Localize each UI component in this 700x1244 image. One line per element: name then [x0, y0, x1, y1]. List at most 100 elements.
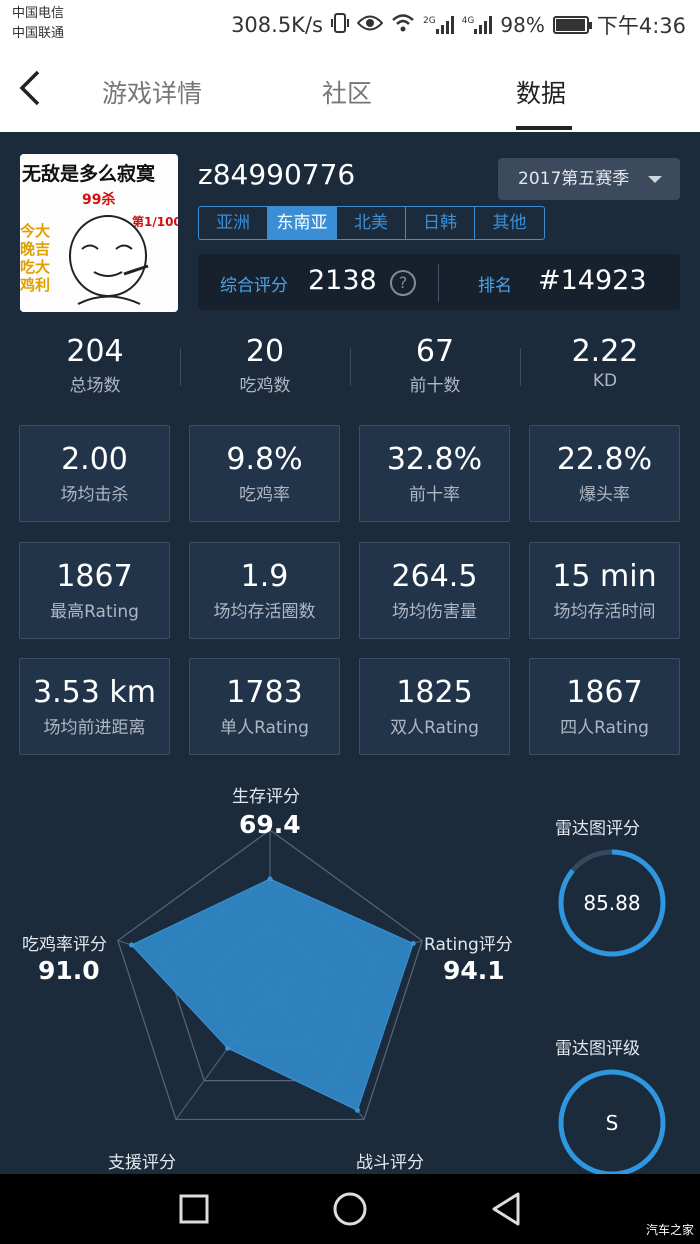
- radar-point: [129, 942, 135, 948]
- card-label: 最高Rating: [50, 602, 139, 622]
- status-bar: 中国电信 中国联通 308.5K/s 2G 4G 98% 下午4:36: [0, 0, 700, 48]
- stat-card: 1867 最高Rating: [19, 542, 170, 639]
- status-icons: 308.5K/s 2G 4G 98% 下午4:36: [231, 10, 686, 40]
- stat-kd: 2.22 KD: [520, 334, 690, 391]
- stat-label: 前十数: [409, 376, 461, 396]
- clock: 下午4:36: [596, 14, 686, 38]
- stat-card: 32.8% 前十率: [359, 425, 510, 522]
- stat-value: 20: [245, 334, 285, 369]
- radar-point: [225, 1045, 231, 1051]
- card-label: 场均存活时间: [553, 602, 656, 622]
- rank-label: 排名: [478, 276, 512, 296]
- score-bar: 综合评分 2138 ? 排名 #14923: [198, 254, 680, 310]
- region-selector: 亚洲 东南亚 北美 日韩 其他: [198, 206, 545, 240]
- eye-icon: [356, 13, 384, 37]
- overall-score-value: 2138: [308, 265, 377, 296]
- avatar-side-1: 今大: [20, 222, 50, 240]
- avatar-side-3: 吃大: [20, 258, 50, 276]
- back-triangle-icon[interactable]: [490, 1191, 522, 1227]
- radar-grade-value: S: [605, 1111, 619, 1135]
- battery-icon: [552, 16, 592, 34]
- battery-percent: 98%: [500, 13, 545, 37]
- radar-label-chicken-rate: 吃鸡率评分: [22, 935, 107, 955]
- card-label: 吃鸡率: [239, 485, 290, 505]
- system-nav-bar: 汽车之家: [0, 1174, 700, 1244]
- avatar[interactable]: 无敌是多么寂寞 99杀 第1/100 今大 晚吉 吃大 鸡利: [20, 154, 178, 312]
- avatar-caption: 无敌是多么寂寞: [22, 162, 156, 185]
- radar-score-value: 85.88: [583, 891, 641, 915]
- region-tab-other[interactable]: 其他: [475, 207, 544, 239]
- back-arrow-icon: [19, 70, 40, 106]
- card-value: 1867: [566, 675, 643, 710]
- card-label: 场均前进距离: [43, 718, 146, 738]
- season-dropdown[interactable]: 2017第五赛季: [498, 158, 680, 200]
- region-tab-krjp[interactable]: 日韩: [406, 207, 475, 239]
- stat-chicken-count: 20 吃鸡数: [180, 334, 350, 396]
- radar-value-survival: 69.4: [239, 810, 301, 839]
- rank-value: #14923: [538, 265, 647, 296]
- stat-card: 2.00 场均击杀: [19, 425, 170, 522]
- active-tab-indicator: [516, 126, 572, 130]
- region-tab-asia[interactable]: 亚洲: [199, 207, 268, 239]
- card-value: 32.8%: [386, 442, 483, 477]
- stat-label: 吃鸡数: [239, 376, 291, 396]
- back-button[interactable]: [14, 66, 54, 110]
- stat-card: 9.8% 吃鸡率: [189, 425, 340, 522]
- wifi-icon: [391, 13, 415, 38]
- top-nav: 游戏详情 社区 数据: [0, 48, 700, 132]
- radar-label-support: 支援评分: [108, 1153, 176, 1173]
- carrier-2: 中国联通: [12, 26, 65, 41]
- card-label: 四人Rating: [560, 718, 649, 738]
- radar-point: [410, 940, 416, 946]
- home-icon[interactable]: [332, 1191, 368, 1227]
- stat-label: KD: [592, 371, 618, 391]
- stat-card: 1.9 场均存活圈数: [189, 542, 340, 639]
- radar-label-survival: 生存评分: [232, 787, 300, 807]
- card-value: 1783: [226, 675, 303, 710]
- radar-label-combat: 战斗评分: [356, 1153, 424, 1173]
- card-value: 1867: [56, 559, 133, 594]
- chevron-down-icon: [648, 176, 662, 183]
- vibrate-icon: [330, 12, 349, 39]
- region-tab-sea[interactable]: 东南亚: [268, 207, 337, 239]
- stat-value: 67: [415, 334, 455, 369]
- avatar-kills: 99杀: [82, 191, 115, 208]
- card-label: 单人Rating: [220, 718, 309, 738]
- stat-card: 1783 单人Rating: [189, 658, 340, 755]
- card-value: 264.5: [391, 559, 478, 594]
- stat-card: 15 min 场均存活时间: [529, 542, 680, 639]
- avatar-rank: 第1/100: [132, 214, 178, 229]
- card-label: 双人Rating: [390, 718, 479, 738]
- radar-point: [267, 876, 273, 882]
- divider: [438, 264, 439, 302]
- card-value: 9.8%: [226, 442, 303, 477]
- season-label: 2017第五赛季: [518, 169, 630, 189]
- stat-label: 总场数: [69, 376, 121, 396]
- card-value: 3.53 km: [33, 675, 156, 710]
- carrier-1: 中国电信: [12, 6, 65, 21]
- watermark: 汽车之家: [645, 1223, 694, 1237]
- tab-data[interactable]: 数据: [516, 74, 566, 110]
- card-value: 15 min: [552, 559, 657, 594]
- card-value: 1825: [396, 675, 473, 710]
- card-label: 前十率: [409, 485, 460, 505]
- card-value: 2.00: [61, 442, 128, 477]
- radar-label-rating: Rating评分: [424, 935, 513, 955]
- signal-4g-icon: 4G: [462, 16, 493, 34]
- card-value: 22.8%: [556, 442, 653, 477]
- region-tab-na[interactable]: 北美: [337, 207, 406, 239]
- overall-score-label: 综合评分: [220, 276, 288, 296]
- stat-card: 22.8% 爆头率: [529, 425, 680, 522]
- tab-game-details[interactable]: 游戏详情: [102, 74, 202, 110]
- stat-card: 3.53 km 场均前进距离: [19, 658, 170, 755]
- recents-icon[interactable]: [178, 1193, 210, 1225]
- radar-grade-label: 雷达图评级: [555, 1039, 640, 1059]
- stat-value: 2.22: [571, 334, 639, 369]
- tab-community[interactable]: 社区: [322, 74, 372, 110]
- radar-value-rating: 94.1: [443, 956, 505, 985]
- stat-value: 204: [66, 334, 124, 369]
- card-label: 场均存活圈数: [213, 602, 316, 622]
- stat-card: 264.5 场均伤害量: [359, 542, 510, 639]
- card-label: 场均伤害量: [392, 602, 477, 622]
- help-icon[interactable]: ?: [390, 270, 416, 296]
